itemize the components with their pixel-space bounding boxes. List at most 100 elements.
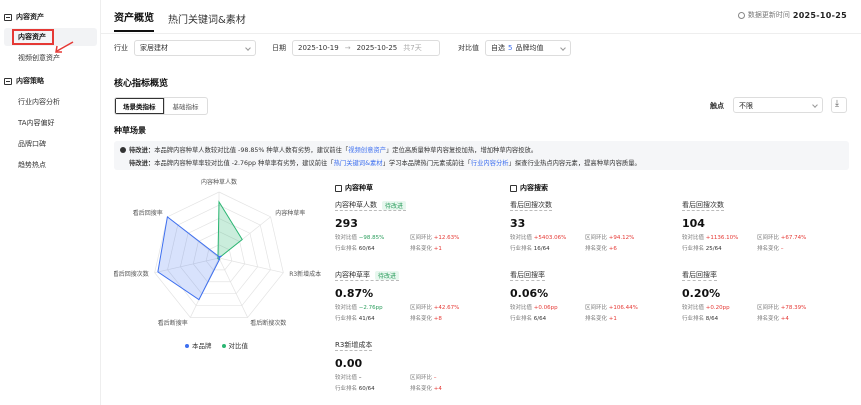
metric-rank-value: 8/64 bbox=[705, 316, 719, 322]
industry-label: 行业 bbox=[114, 44, 128, 52]
date-range-picker[interactable]: 2025-10-19 → 2025-10-25 共7天 bbox=[292, 40, 440, 56]
metric-mom-value: +78.39% bbox=[780, 305, 807, 311]
sidebar-group-content-assets[interactable]: 内容资产 bbox=[4, 12, 44, 22]
touch-select[interactable]: 不限 bbox=[733, 97, 823, 113]
metric-card: 看后回搜率 0.06% 较对比值 +0.06pp 区间环比 +106.44% 行业排名 … bbox=[510, 270, 670, 322]
metric-key: 排名变化 bbox=[410, 316, 433, 322]
brand-series bbox=[157, 215, 222, 301]
metric-row: 行业排名 16/64 排名变化 +6 bbox=[510, 244, 670, 252]
sidebar-item-reputation[interactable]: 品牌口碑 bbox=[18, 139, 46, 149]
compare-select[interactable]: 自选 5 品牌均值 bbox=[485, 40, 571, 56]
radar-axis-label: 内容种草人数 bbox=[201, 178, 237, 186]
metric-rank-value: 41/64 bbox=[358, 316, 375, 322]
metric-row: 行业排名 41/64 排名变化 +8 bbox=[335, 314, 495, 322]
metric-name[interactable]: R3新增成本 bbox=[335, 340, 373, 351]
sidebar-item-industry[interactable]: 行业内容分析 bbox=[18, 97, 60, 107]
col-head-seeding: 内容种草 bbox=[335, 183, 373, 193]
metric-rank-change: +6 bbox=[608, 246, 617, 252]
tip-text: 」探查行业热点内容元素，提高种草内容质量。 bbox=[508, 160, 641, 167]
metric-mom-value: +42.67% bbox=[433, 305, 460, 311]
tips-box: 待改进：本品牌内容种草人数较对比值 -98.85% 种草人数有劣势，建议前往「视… bbox=[114, 141, 849, 170]
metric-rank-change: +4 bbox=[780, 316, 789, 322]
metric-mom-value: +67.74% bbox=[780, 235, 807, 241]
radar-axis-label: 看后回搜率 bbox=[133, 209, 163, 217]
metric-card: 内容种草率 待改进 0.87% 较对比值 −2.76pp 区间环比 +42.67% 行业排… bbox=[335, 270, 495, 322]
sidebar-item-ta[interactable]: TA内容偏好 bbox=[18, 118, 55, 128]
metric-key: 较对比值 bbox=[682, 235, 705, 241]
tip-link-video[interactable]: 视频创意资产 bbox=[348, 147, 386, 154]
metric-rank-value: 60/64 bbox=[358, 246, 375, 252]
radar-axis-label: 看后回搜次数 bbox=[114, 270, 149, 278]
sidebar-item-trends[interactable]: 趋势热点 bbox=[18, 160, 46, 170]
update-label: 数据更新时间 bbox=[747, 11, 790, 19]
metric-compare-value: +0.20pp bbox=[705, 305, 730, 311]
metric-value: 293 bbox=[335, 217, 358, 230]
legend-compare[interactable]: 对比值 bbox=[221, 340, 248, 350]
metric-row: 行业排名 60/64 排名变化 +4 bbox=[335, 384, 495, 392]
chevron-down-icon bbox=[245, 45, 251, 51]
industry-select[interactable]: 家居建材 bbox=[134, 40, 256, 56]
metric-name[interactable]: 内容种草率 待改进 bbox=[335, 270, 400, 281]
industry-filter: 行业 家居建材 bbox=[114, 40, 256, 56]
compare-suffix: 品牌均值 bbox=[515, 44, 544, 52]
metric-mom-value: +106.44% bbox=[608, 305, 638, 311]
metric-key: 区间环比 bbox=[410, 235, 433, 241]
date-start: 2025-10-19 bbox=[298, 44, 339, 52]
date-end: 2025-10-25 bbox=[356, 44, 398, 52]
metric-card: 看后回搜次数 104 较对比值 +1136.10% 区间环比 +67.74% 行业排名 … bbox=[682, 200, 842, 252]
seg-scene-metrics[interactable]: 场景类指标 bbox=[115, 98, 165, 114]
metric-compare-value: – bbox=[358, 375, 362, 381]
chevron-down-icon bbox=[560, 45, 566, 51]
section-title: 核心指标概览 bbox=[114, 79, 169, 89]
update-date: 2025-10-25 bbox=[792, 10, 847, 20]
sidebar-item-video-creative[interactable]: 视频创意资产 bbox=[18, 53, 60, 63]
metric-type-toggle: 场景类指标 基础指标 bbox=[114, 97, 208, 115]
metric-value: 0.00 bbox=[335, 357, 363, 370]
metric-name[interactable]: 看后回搜率 bbox=[682, 270, 717, 281]
update-time: 数据更新时间 2025-10-25 bbox=[737, 10, 847, 20]
tab-asset-overview[interactable]: 资产概览 bbox=[114, 9, 154, 32]
metric-compare-value: +5403.06% bbox=[533, 235, 567, 241]
metric-key: 较对比值 bbox=[510, 305, 533, 311]
metric-key: 较对比值 bbox=[335, 235, 358, 241]
legend-brand[interactable]: 本品牌 bbox=[185, 340, 212, 350]
metric-value: 33 bbox=[510, 217, 526, 230]
metric-name-text: 看后回搜次数 bbox=[510, 201, 552, 209]
industry-value: 家居建材 bbox=[140, 44, 168, 52]
metric-mom-value: +94.12% bbox=[608, 235, 635, 241]
metric-rank-change: +1 bbox=[608, 316, 617, 322]
metric-key: 行业排名 bbox=[510, 316, 533, 322]
seg-basic-metrics[interactable]: 基础指标 bbox=[165, 98, 207, 114]
compare-prefix: 自选 bbox=[491, 44, 505, 52]
metric-value: 104 bbox=[682, 217, 705, 230]
metric-card: 看后回搜率 0.20% 较对比值 +0.20pp 区间环比 +78.39% 行业排名 8… bbox=[682, 270, 842, 322]
metric-key: 行业排名 bbox=[335, 316, 358, 322]
metric-rank-value: 60/64 bbox=[358, 386, 375, 392]
metric-key: 行业排名 bbox=[682, 316, 705, 322]
metric-rank-value: 25/64 bbox=[705, 246, 722, 252]
metric-compare-value: +1136.10% bbox=[705, 235, 739, 241]
metric-key: 区间环比 bbox=[757, 235, 780, 241]
metric-key: 行业排名 bbox=[510, 246, 533, 252]
metric-key: 排名变化 bbox=[585, 316, 608, 322]
metric-name[interactable]: 看后回搜次数 bbox=[682, 200, 724, 211]
metric-name[interactable]: 内容种草人数 待改进 bbox=[335, 200, 407, 211]
tip-link-keywords[interactable]: 热门关键词&素材 bbox=[334, 160, 383, 167]
download-button[interactable] bbox=[831, 97, 847, 113]
tip-text: 」定位高质量种草内容复投加热，增加种草内容投放。 bbox=[385, 147, 538, 154]
metric-name[interactable]: 看后回搜次数 bbox=[510, 200, 552, 211]
metric-key: 区间环比 bbox=[410, 375, 433, 381]
metric-rank-value: 16/64 bbox=[533, 246, 550, 252]
radar-legend: 本品牌 对比值 bbox=[185, 340, 248, 350]
annotation-arrow-icon bbox=[55, 41, 74, 53]
sidebar-group-strategy[interactable]: 内容策略 bbox=[4, 76, 44, 86]
metric-name[interactable]: 看后回搜率 bbox=[510, 270, 545, 281]
scene-title: 种草场景 bbox=[114, 126, 146, 135]
touch-value: 不限 bbox=[739, 102, 753, 110]
sidebar-item-content-assets[interactable]: 内容资产 bbox=[12, 29, 54, 45]
tip-link-industry[interactable]: 行业内容分析 bbox=[471, 160, 509, 167]
tab-hot-keywords[interactable]: 热门关键词&素材 bbox=[168, 11, 246, 32]
col-head-label: 内容种草 bbox=[345, 184, 373, 192]
metric-rank-change: +8 bbox=[433, 316, 442, 322]
metric-key: 较对比值 bbox=[335, 305, 358, 311]
